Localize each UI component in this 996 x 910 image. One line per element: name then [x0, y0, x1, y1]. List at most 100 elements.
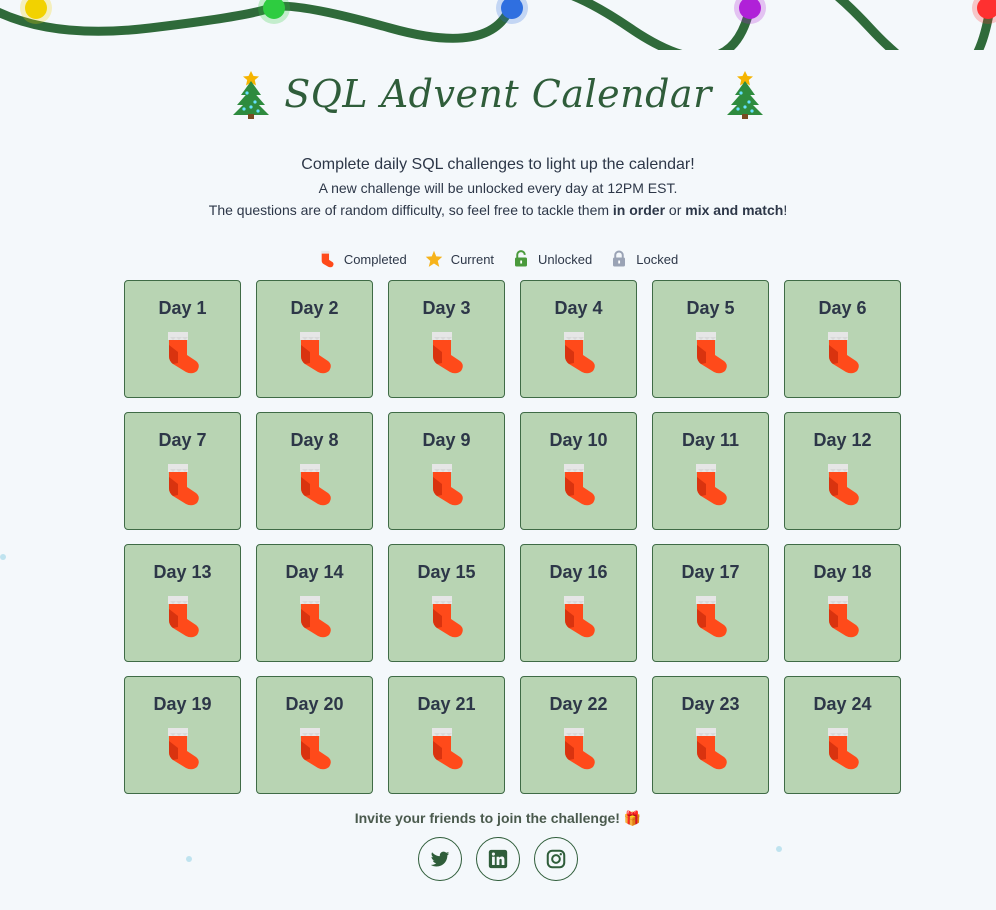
stocking-icon [321, 250, 334, 268]
day-label: Day 11 [681, 430, 740, 450]
stocking-icon [695, 728, 727, 770]
instagram-icon [546, 849, 566, 869]
day-label: Day 2 [290, 298, 339, 318]
stocking-icon [563, 464, 595, 506]
day-label: Day 7 [158, 430, 207, 450]
subtitle-end-text: ! [783, 202, 788, 218]
day-card[interactable]: Day 11 [652, 412, 769, 530]
day-card[interactable]: Day 10 [520, 412, 637, 530]
day-label: Day 13 [153, 562, 212, 582]
stocking-icon [299, 728, 331, 770]
day-card[interactable]: Day 16 [520, 544, 637, 662]
twitter-icon [430, 851, 450, 867]
stocking-icon [431, 464, 463, 506]
day-label: Day 17 [681, 562, 740, 582]
stocking-icon [167, 596, 199, 638]
day-card[interactable]: Day 1 [124, 280, 241, 398]
legend-item-unlocked: Unlocked [512, 250, 592, 268]
day-card[interactable]: Day 5 [652, 280, 769, 398]
social-share-buttons [0, 837, 996, 881]
subtitle-or-text: or [665, 202, 686, 218]
day-label: Day 18 [813, 562, 872, 582]
day-label: Day 21 [417, 694, 476, 714]
day-card[interactable]: Day 20 [256, 676, 373, 794]
subtitle-unlock-time: A new challenge will be unlocked every d… [318, 180, 678, 196]
advent-calendar-grid: Day 1 Day 2 Day 3 Day 4 Day 5 Day 6 Day 7 Day 8… [124, 280, 902, 794]
day-label: Day 3 [422, 298, 471, 318]
legend-label: Unlocked [538, 251, 593, 267]
page-title: SQL Advent Calendar [284, 72, 712, 116]
day-card[interactable]: Day 15 [388, 544, 505, 662]
day-label: Day 19 [153, 694, 212, 714]
status-legend: Completed Current Unlocked Locked [0, 250, 996, 268]
day-label: Day 4 [554, 298, 603, 318]
day-label: Day 10 [549, 430, 608, 450]
day-card[interactable]: Day 22 [520, 676, 637, 794]
legend-label: Locked [636, 251, 679, 267]
stocking-icon [167, 728, 199, 770]
stocking-icon [827, 596, 859, 638]
stocking-icon [299, 332, 331, 374]
stocking-icon [563, 332, 595, 374]
legend-item-locked: Locked [610, 250, 678, 268]
stocking-icon [827, 332, 859, 374]
day-label: Day 24 [813, 694, 872, 714]
day-label: Day 22 [549, 694, 608, 714]
day-card[interactable]: Day 17 [652, 544, 769, 662]
day-card[interactable]: Day 12 [784, 412, 901, 530]
instagram-share-button[interactable] [534, 837, 578, 881]
stocking-icon [167, 332, 199, 374]
day-card[interactable]: Day 23 [652, 676, 769, 794]
twitter-share-button[interactable] [418, 837, 462, 881]
day-label: Day 5 [686, 298, 735, 318]
subtitle-intro: Complete daily SQL challenges to light u… [301, 156, 695, 173]
day-label: Day 23 [681, 694, 740, 714]
page-header: SQL Advent Calendar [0, 62, 996, 126]
day-card[interactable]: Day 14 [256, 544, 373, 662]
christmas-lights-garland [0, 0, 996, 50]
christmas-tree-icon [233, 71, 270, 119]
day-label: Day 9 [422, 430, 471, 450]
day-card[interactable]: Day 19 [124, 676, 241, 794]
mix-and-match-text: mix and match [685, 202, 784, 218]
stocking-icon [695, 596, 727, 638]
linkedin-share-button[interactable] [476, 837, 520, 881]
day-label: Day 1 [158, 298, 207, 318]
snowflake [0, 554, 6, 560]
stocking-icon [431, 596, 463, 638]
subtitle-difficulty-text: The questions are of random difficulty, … [208, 202, 613, 218]
day-card[interactable]: Day 2 [256, 280, 373, 398]
day-card[interactable]: Day 8 [256, 412, 373, 530]
stocking-icon [563, 596, 595, 638]
day-label: Day 8 [290, 430, 339, 450]
in-order-text: in order [612, 202, 666, 218]
christmas-tree-icon [726, 71, 763, 119]
day-label: Day 16 [549, 562, 608, 582]
day-card[interactable]: Day 6 [784, 280, 901, 398]
stocking-icon [299, 596, 331, 638]
subtitle-difficulty: The questions are of random difficulty, … [0, 202, 996, 218]
day-card[interactable]: Day 9 [388, 412, 505, 530]
star-icon [425, 250, 442, 267]
stocking-icon [695, 464, 727, 506]
day-card[interactable]: Day 24 [784, 676, 901, 794]
stocking-icon [431, 728, 463, 770]
day-card[interactable]: Day 21 [388, 676, 505, 794]
legend-item-current: Current [425, 250, 494, 268]
invite-friends-text: Invite your friends to join the challeng… [354, 810, 642, 826]
day-card[interactable]: Day 7 [124, 412, 241, 530]
stocking-icon [695, 332, 727, 374]
day-card[interactable]: Day 13 [124, 544, 241, 662]
day-label: Day 15 [417, 562, 476, 582]
legend-label: Completed [343, 251, 407, 267]
day-label: Day 14 [285, 562, 344, 582]
stocking-icon [827, 464, 859, 506]
locked-lock-icon [613, 250, 626, 267]
day-label: Day 20 [285, 694, 344, 714]
day-card[interactable]: Day 18 [784, 544, 901, 662]
day-card[interactable]: Day 4 [520, 280, 637, 398]
legend-item-completed: Completed [318, 250, 407, 268]
stocking-icon [167, 464, 199, 506]
linkedin-icon [488, 849, 508, 869]
day-card[interactable]: Day 3 [388, 280, 505, 398]
